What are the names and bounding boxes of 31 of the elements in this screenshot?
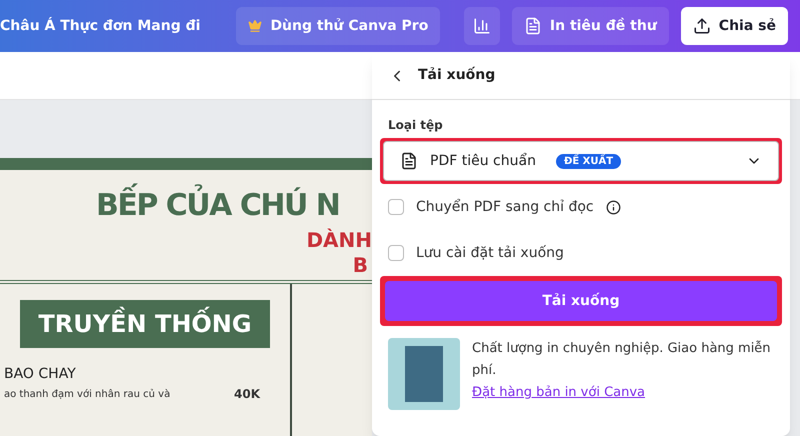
checkbox[interactable] (388, 245, 404, 261)
menu-headline: BẾP CỦA CHÚ N (96, 184, 372, 228)
option-label: Chuyển PDF sang chỉ đọc (416, 198, 594, 216)
checkbox[interactable] (388, 199, 404, 215)
document-title[interactable]: Châu Á Thực đơn Mang đi (0, 16, 200, 36)
chart-button[interactable] (464, 7, 500, 45)
menu-subtitle: DÀNH (306, 228, 372, 253)
crown-icon (248, 19, 262, 33)
menu-item-price: 40K (234, 386, 260, 403)
bar-chart-icon (473, 17, 492, 35)
print-button[interactable]: In tiêu đề thư (512, 7, 669, 45)
document-icon (524, 17, 542, 35)
menu-item-description: ao thanh đạm với nhân rau củ và (4, 388, 170, 402)
info-icon[interactable] (606, 200, 621, 214)
menu-subtitle: B (352, 253, 369, 278)
promo-text: Chất lượng in chuyên nghiệp. Giao hàng miễn phí. (472, 340, 772, 380)
try-pro-button[interactable]: Dùng thử Canva Pro (236, 7, 440, 45)
recommended-badge: ĐỀ XUẤT (556, 154, 622, 168)
share-icon (692, 17, 711, 35)
print-preview-image (388, 338, 460, 410)
document-icon (400, 152, 418, 170)
file-type-value: PDF tiêu chuẩn (430, 152, 536, 170)
order-print-link[interactable]: Đặt hàng bản in với Canva (472, 382, 774, 404)
download-button[interactable]: Tải xuống (385, 281, 777, 321)
file-type-select[interactable]: PDF tiêu chuẩn ĐỀ XUẤT (380, 138, 782, 184)
panel-title: Tải xuống (418, 66, 496, 85)
share-button[interactable]: Chia sẻ (680, 7, 788, 45)
section-banner: TRUYỀN THỐNG (20, 300, 270, 348)
menu-item-name: BAO CHAY (4, 365, 77, 384)
file-type-label: Loại tệp (388, 117, 444, 134)
option-label: Lưu cài đặt tải xuống (416, 244, 564, 262)
